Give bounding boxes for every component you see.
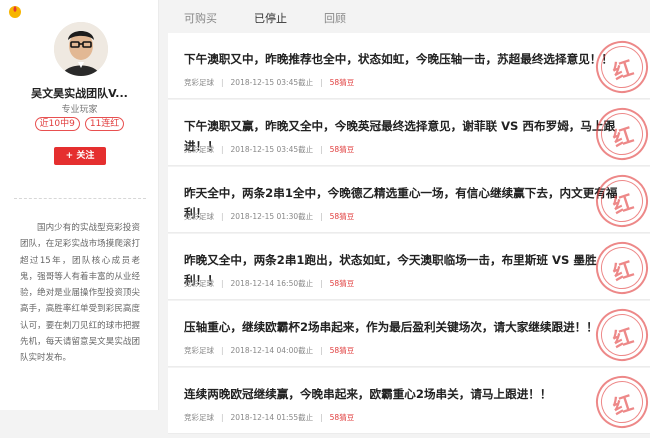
post-meta: 竞彩足球 | 2018-12-14 04:00截止 | 58猜豆: [184, 346, 355, 355]
post-category: 竞彩足球: [184, 78, 214, 87]
author-sidebar: 吴文昊实战团队V... 专业玩家 近10中9 11连红 + 关注 国内少有的实战…: [0, 0, 159, 410]
post-card[interactable]: 压轴重心，继续欧霸杯2场串起来，作为最后盈利关键场次，请大家继续跟进！！ 竞彩足…: [168, 301, 650, 367]
win-stamp-icon: 红: [589, 101, 650, 165]
avatar-portrait-icon: [54, 22, 108, 76]
post-meta: 竞彩足球 | 2018-12-14 16:50截止 | 58猜豆: [184, 279, 355, 288]
author-name: 吴文昊实战团队V...: [31, 87, 128, 100]
tab-stopped[interactable]: 已停止: [254, 10, 287, 26]
post-card[interactable]: 连续两晚欧冠继续赢，今晚串起来，欧霸重心2场串关，请马上跟进！！ 竞彩足球 | 20…: [168, 368, 650, 434]
post-category: 竞彩足球: [184, 279, 214, 288]
post-card[interactable]: 下午澳职又中，昨晚推荐也全中，状态如虹，今晚压轴一击，苏超最终选择意见！！ 竞彩…: [168, 33, 650, 99]
tab-review[interactable]: 回顾: [324, 10, 346, 26]
post-category: 竞彩足球: [184, 145, 214, 154]
post-category: 竞彩足球: [184, 413, 214, 422]
tab-purchasable[interactable]: 可购买: [184, 10, 217, 26]
post-title[interactable]: 下午澳职又中，昨晚推荐也全中，状态如虹，今晚压轴一击，苏超最终选择意见！！: [184, 49, 630, 69]
post-card[interactable]: 昨天全中，两条2串1全中，今晚德乙精选重心一场，有信心继续赢下去，内文更有福利！…: [168, 167, 650, 233]
post-deadline: 2018-12-14 01:55截止: [230, 413, 314, 422]
win-stamp-icon: 红: [589, 369, 650, 433]
post-category: 竞彩足球: [184, 346, 214, 355]
author-bio: 国内少有的实战型竞彩投资团队，在足彩实战市场摸爬滚打超过15年，团队核心成员老鬼…: [20, 223, 140, 364]
divider: [14, 198, 146, 199]
post-price: 58猜豆: [329, 78, 355, 87]
post-meta: 竞彩足球 | 2018-12-15 01:30截止 | 58猜豆: [184, 212, 355, 221]
post-deadline: 2018-12-15 03:45截止: [230, 145, 314, 154]
win-stamp-icon: 红: [589, 235, 650, 299]
win-stamp-icon: 红: [589, 34, 650, 98]
post-meta: 竞彩足球 | 2018-12-15 03:45截止 | 58猜豆: [184, 145, 355, 154]
post-deadline: 2018-12-15 01:30截止: [230, 212, 314, 221]
author-title: 专业玩家: [61, 105, 98, 115]
post-card[interactable]: 昨晚又全中，两条2串1跑出，状态如虹，今天澳职临场一击，布里斯班 VS 墨胜利！…: [168, 234, 650, 300]
post-category: 竞彩足球: [184, 212, 214, 221]
post-price: 58猜豆: [329, 212, 355, 221]
recent-record-badge: 近10中9: [34, 117, 80, 131]
post-deadline: 2018-12-15 03:45截止: [230, 78, 314, 87]
post-meta: 竞彩足球 | 2018-12-14 01:55截止 | 58猜豆: [184, 413, 355, 422]
post-title[interactable]: 连续两晚欧冠继续赢，今晚串起来，欧霸重心2场串关，请马上跟进！！: [184, 384, 630, 404]
win-stamp-icon: 红: [589, 168, 650, 232]
win-stamp-icon: 红: [589, 302, 650, 366]
post-deadline: 2018-12-14 04:00截止: [230, 346, 314, 355]
app-logo-icon[interactable]: [7, 3, 23, 19]
post-price: 58猜豆: [329, 413, 355, 422]
follow-button[interactable]: + 关注: [54, 147, 106, 165]
post-card[interactable]: 下午澳职又赢，昨晚又全中，今晚英冠最终选择意见，谢菲联 VS 西布罗姆，马上跟进…: [168, 100, 650, 166]
post-meta: 竞彩足球 | 2018-12-15 03:45截止 | 58猜豆: [184, 78, 355, 87]
post-list: 下午澳职又中，昨晚推荐也全中，状态如虹，今晚压轴一击，苏超最终选择意见！！ 竞彩…: [168, 33, 650, 438]
post-deadline: 2018-12-14 16:50截止: [230, 279, 314, 288]
post-price: 58猜豆: [329, 279, 355, 288]
avatar[interactable]: [54, 22, 108, 76]
status-tabs: 可购买 已停止 回顾: [168, 0, 650, 33]
post-price: 58猜豆: [329, 145, 355, 154]
post-title[interactable]: 压轴重心，继续欧霸杯2场串起来，作为最后盈利关键场次，请大家继续跟进！！: [184, 317, 630, 337]
post-price: 58猜豆: [329, 346, 355, 355]
win-streak-badge: 11连红: [84, 117, 125, 131]
record-badges: 近10中9 11连红: [0, 117, 159, 131]
